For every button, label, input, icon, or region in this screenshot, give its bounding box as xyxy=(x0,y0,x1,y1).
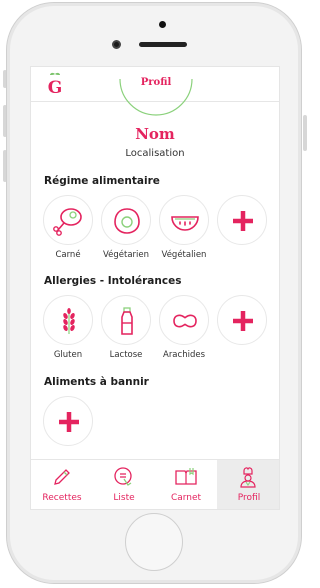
allergy-lactose-label: Lactose xyxy=(109,350,143,360)
app-screen: G Profil Nom Localisation Régime aliment… xyxy=(30,66,280,510)
diet-vegetarien-label: Végétarien xyxy=(102,250,150,260)
allergy-gluten-button[interactable] xyxy=(43,295,93,345)
tab-recettes-label: Recettes xyxy=(42,493,82,503)
milk-bottle-icon xyxy=(121,307,133,335)
diet-vegetalien-button[interactable] xyxy=(159,195,209,245)
meat-icon xyxy=(53,208,82,236)
speaker xyxy=(159,21,166,28)
allergy-lactose-button[interactable] xyxy=(101,295,151,345)
plus-icon xyxy=(59,412,79,432)
allergy-arachides-label: Arachides xyxy=(163,350,205,360)
allergies-section-title: Allergies - Intolérances xyxy=(44,275,182,287)
diet-vegetalien-label: Végétalien xyxy=(161,250,207,260)
tab-liste[interactable]: Liste xyxy=(93,460,155,509)
earpiece xyxy=(139,42,187,47)
diet-vegetarien-button[interactable] xyxy=(101,195,151,245)
diet-carne-button[interactable] xyxy=(43,195,93,245)
diet-add-button[interactable] xyxy=(217,195,267,245)
peanut-icon xyxy=(173,314,197,328)
plus-icon xyxy=(233,211,253,231)
watermelon-icon xyxy=(171,216,199,231)
egg-icon xyxy=(114,208,140,234)
wheat-icon xyxy=(63,308,75,334)
allergy-add-button[interactable] xyxy=(217,295,267,345)
bottom-tab-bar: Recettes Liste Carnet Profil xyxy=(31,459,279,509)
profile-name[interactable]: Nom xyxy=(31,125,279,143)
book-icon xyxy=(175,468,197,485)
diet-carne-label: Carné xyxy=(55,250,81,260)
avatar-frame[interactable] xyxy=(116,77,196,117)
power-button xyxy=(303,115,307,151)
allergy-arachides-button[interactable] xyxy=(159,295,209,345)
profile-location[interactable]: Localisation xyxy=(31,148,279,159)
tab-liste-label: Liste xyxy=(113,493,135,503)
tab-carnet-label: Carnet xyxy=(170,493,202,503)
chef-icon xyxy=(240,467,256,488)
allergy-gluten-label: Gluten xyxy=(53,350,83,360)
tab-profil[interactable]: Profil xyxy=(217,460,279,509)
pencil-icon xyxy=(54,469,70,485)
front-camera xyxy=(112,40,121,49)
tab-carnet[interactable]: Carnet xyxy=(155,460,217,509)
banned-add-button[interactable] xyxy=(43,396,93,446)
diet-section-title: Régime alimentaire xyxy=(44,175,160,187)
home-button[interactable] xyxy=(125,513,183,571)
banned-section-title: Aliments à bannir xyxy=(44,376,149,388)
tab-profil-label: Profil xyxy=(237,493,261,503)
list-icon xyxy=(114,467,132,486)
plus-icon xyxy=(233,311,253,331)
tab-recettes[interactable]: Recettes xyxy=(31,460,93,509)
